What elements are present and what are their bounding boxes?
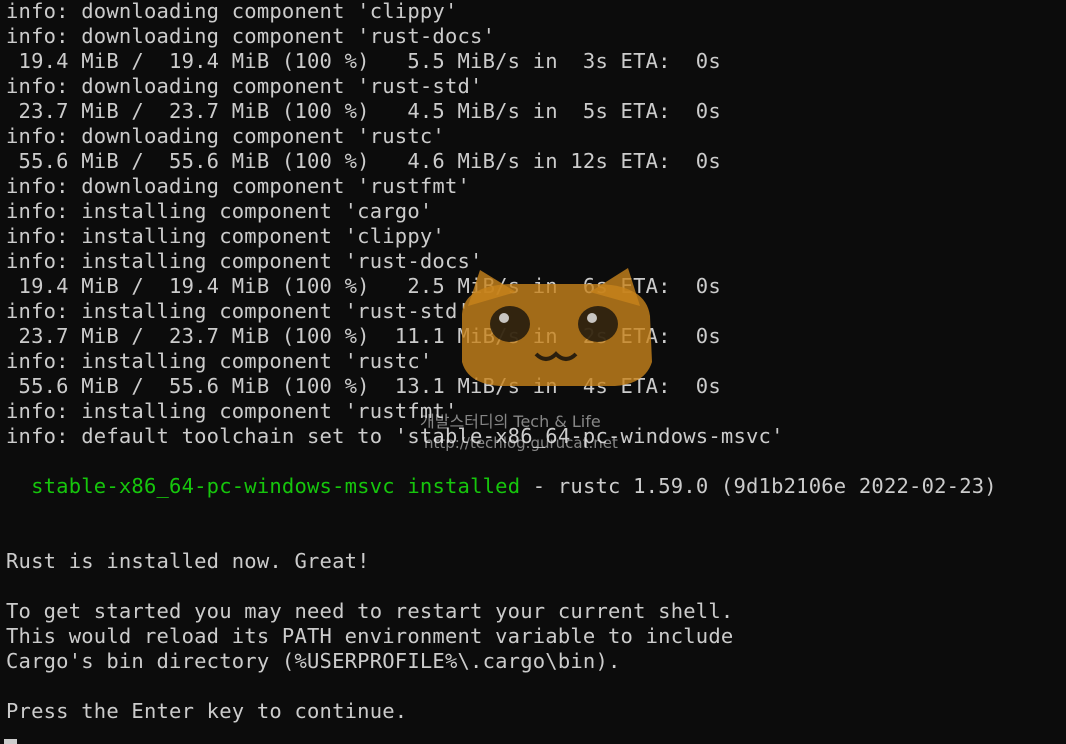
toolchain-installed-line: stable-x86_64-pc-windows-msvc installed … (6, 474, 997, 499)
terminal-window[interactable]: info: downloading component 'clippy' inf… (0, 0, 1066, 744)
terminal-line: To get started you may need to restart y… (6, 599, 734, 623)
terminal-line: info: downloading component 'rust-docs' (6, 24, 496, 48)
terminal-line: This would reload its PATH environment v… (6, 624, 734, 648)
rustc-version-info: - rustc 1.59.0 (9d1b2106e 2022-02-23) (520, 474, 997, 498)
terminal-line: 55.6 MiB / 55.6 MiB (100 %) 13.1 MiB/s i… (6, 374, 721, 398)
terminal-line: info: default toolchain set to 'stable-x… (6, 424, 784, 448)
press-enter-prompt: Press the Enter key to continue. (6, 699, 408, 723)
terminal-line: Cargo's bin directory (%USERPROFILE%\.ca… (6, 649, 621, 673)
terminal-line: info: installing component 'rust-std' (6, 299, 471, 323)
terminal-line: info: downloading component 'rust-std' (6, 74, 483, 98)
terminal-line: info: downloading component 'clippy' (6, 0, 458, 23)
terminal-line: info: installing component 'cargo' (6, 199, 433, 223)
terminal-cursor (4, 739, 17, 744)
terminal-line: 23.7 MiB / 23.7 MiB (100 %) 4.5 MiB/s in… (6, 99, 721, 123)
terminal-line: 19.4 MiB / 19.4 MiB (100 %) 5.5 MiB/s in… (6, 49, 721, 73)
terminal-line: info: downloading component 'rustc' (6, 124, 445, 148)
toolchain-installed-status: stable-x86_64-pc-windows-msvc installed (31, 474, 521, 498)
terminal-line: info: installing component 'rust-docs' (6, 249, 483, 273)
terminal-line: info: installing component 'clippy' (6, 224, 445, 248)
terminal-line: info: installing component 'rustc' (6, 349, 433, 373)
terminal-line: 55.6 MiB / 55.6 MiB (100 %) 4.6 MiB/s in… (6, 149, 721, 173)
terminal-line: 19.4 MiB / 19.4 MiB (100 %) 2.5 MiB/s in… (6, 274, 721, 298)
terminal-line: info: installing component 'rustfmt' (6, 399, 458, 423)
install-complete-message: Rust is installed now. Great! (6, 549, 370, 573)
terminal-line: info: downloading component 'rustfmt' (6, 174, 471, 198)
terminal-line: 23.7 MiB / 23.7 MiB (100 %) 11.1 MiB/s i… (6, 324, 721, 348)
